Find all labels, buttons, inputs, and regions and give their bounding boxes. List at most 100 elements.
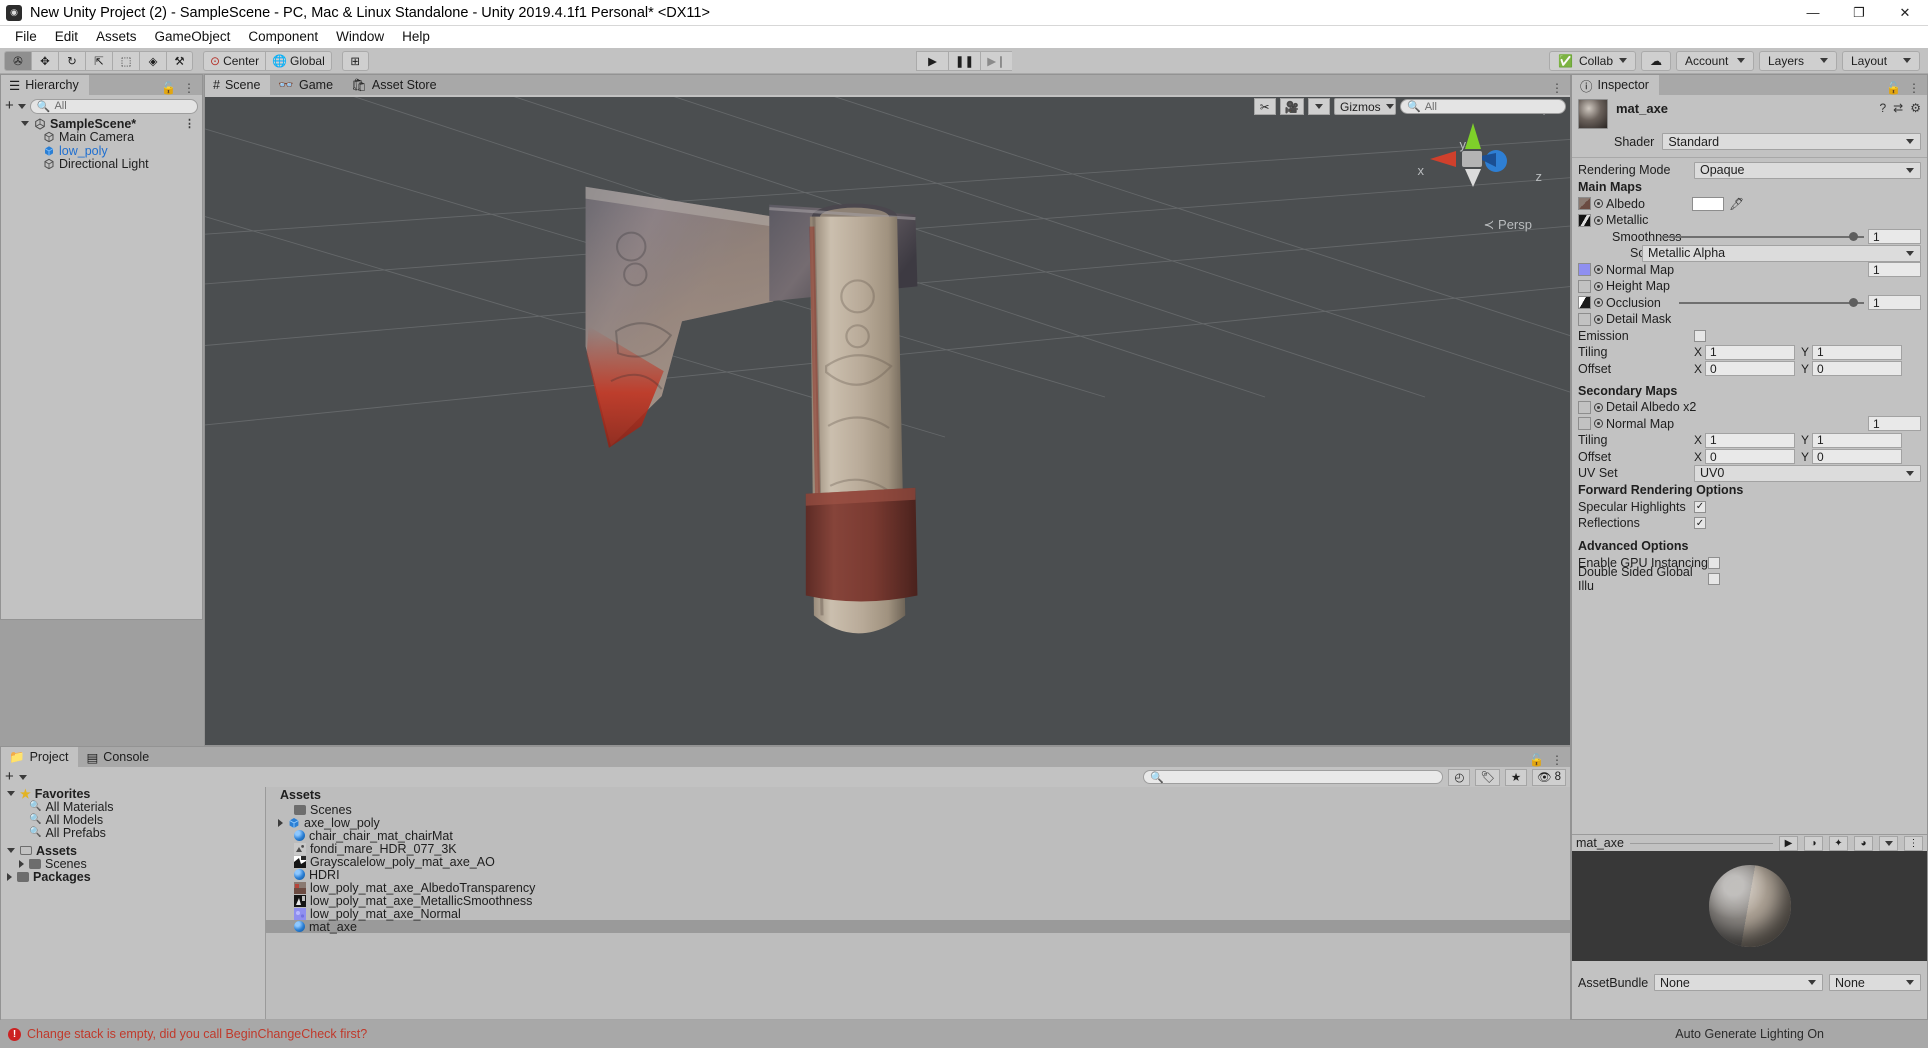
cloud-button[interactable]: ☁ <box>1641 50 1671 71</box>
tab-asset-store[interactable]: 🛍 Asset Store <box>343 75 447 95</box>
lock-icon[interactable]: 🔓 <box>161 81 176 95</box>
hierarchy-search-input[interactable]: 🔍 All <box>29 98 198 114</box>
asset-row-metallic-smoothness[interactable]: low_poly_mat_axe_MetallicSmoothness <box>266 894 1570 908</box>
chevron-down-icon[interactable] <box>7 848 15 853</box>
shader-dropdown[interactable]: Standard <box>1662 133 1921 150</box>
status-bar[interactable]: ! Change stack is empty, did you call Be… <box>0 1020 1928 1048</box>
type-filter-icon[interactable]: ◴ <box>1448 768 1471 786</box>
perspective-label[interactable]: ≺ Persp <box>1484 217 1532 233</box>
specular-highlights-checkbox[interactable]: ✓ <box>1694 500 1706 513</box>
preset-icon[interactable]: ⇄ <box>1893 101 1903 115</box>
close-button[interactable]: ✕ <box>1882 0 1928 26</box>
metallic-toggle-icon[interactable] <box>1594 215 1603 225</box>
tab-game[interactable]: 👓 Game <box>270 75 344 95</box>
kebab-menu-icon[interactable]: ⋮ <box>1551 753 1563 767</box>
menu-edit[interactable]: Edit <box>46 26 87 48</box>
pivot-toggle-button[interactable]: ⊙ Center <box>203 50 266 71</box>
menu-component[interactable]: Component <box>239 26 327 48</box>
scene-viewport[interactable]: ⌐ y x z ≺ Persp <box>205 97 1570 745</box>
gear-icon[interactable]: ⚙ <box>1910 101 1921 115</box>
scene-orientation-gizmo[interactable] <box>1418 117 1538 207</box>
kebab-menu-icon[interactable]: ⋮ <box>183 81 195 95</box>
normal-map-texture-slot[interactable] <box>1578 263 1591 277</box>
layers-button[interactable]: Layers <box>1759 50 1837 71</box>
kebab-menu-icon[interactable]: ⋮ <box>1908 81 1920 95</box>
scene-search-input[interactable]: 🔍 All <box>1400 99 1566 114</box>
menu-assets[interactable]: Assets <box>87 26 146 48</box>
asset-row-scenes[interactable]: Scenes <box>266 803 1570 817</box>
favorite-filter-icon[interactable]: ★ <box>1504 768 1527 786</box>
gizmos-dropdown[interactable]: Gizmos <box>1334 98 1396 115</box>
occlusion-toggle-icon[interactable] <box>1594 298 1603 308</box>
custom-tool-button[interactable]: ⚒ <box>166 50 193 71</box>
menu-window[interactable]: Window <box>327 26 393 48</box>
chevron-down-icon[interactable] <box>18 774 27 780</box>
project-tree-all-models[interactable]: 🔍 All Models <box>1 813 265 827</box>
preview-menu-icon[interactable]: ⋮ <box>1904 835 1923 851</box>
detail-albedo-toggle-icon[interactable] <box>1594 402 1603 412</box>
lock-icon[interactable]: 🔓 <box>1529 753 1544 767</box>
preview-play-button[interactable]: ▶ <box>1779 835 1798 851</box>
chevron-right-icon[interactable] <box>19 859 24 868</box>
tab-console[interactable]: ▤ Console <box>78 747 160 767</box>
play-button[interactable]: ▶ <box>916 50 948 71</box>
space-toggle-button[interactable]: 🌐 Global <box>265 50 332 71</box>
occlusion-texture-slot[interactable] <box>1578 296 1591 310</box>
move-tool-button[interactable]: ✥ <box>31 50 58 71</box>
assetbundle-dropdown[interactable]: None <box>1654 974 1823 991</box>
smoothness-slider[interactable] <box>1660 229 1864 245</box>
double-sided-gi-checkbox[interactable] <box>1708 573 1720 586</box>
occlusion-slider[interactable] <box>1678 295 1864 311</box>
hierarchy-item-samplescene[interactable]: SampleScene* ⋮ <box>1 117 202 131</box>
menu-help[interactable]: Help <box>393 26 439 48</box>
rendering-mode-dropdown[interactable]: Opaque <box>1694 161 1921 179</box>
secondary-normal-toggle-icon[interactable] <box>1594 419 1603 429</box>
height-map-texture-slot[interactable] <box>1578 279 1591 293</box>
scene-context-menu-icon[interactable]: ⋮ <box>184 117 196 130</box>
tab-scene[interactable]: # Scene <box>205 75 271 95</box>
grid-snapping-button[interactable]: ⊞ <box>341 50 369 71</box>
asset-row-albedo-transparency[interactable]: low_poly_mat_axe_AlbedoTransparency <box>266 881 1570 895</box>
tab-hierarchy[interactable]: ☰ Hierarchy <box>1 75 89 95</box>
add-gameobject-button[interactable]: + <box>5 98 14 113</box>
hidden-assets-button[interactable]: 👁 8 <box>1531 768 1566 786</box>
project-tree-scenes[interactable]: Scenes <box>1 857 265 871</box>
smoothness-value-field[interactable]: 1 <box>1868 229 1921 245</box>
tab-inspector[interactable]: ⓘ Inspector <box>1572 75 1659 95</box>
collab-button[interactable]: ✅ Collab <box>1549 50 1636 71</box>
asset-row-chair-mat[interactable]: chair_chair_mat_chairMat <box>266 829 1570 843</box>
emission-checkbox[interactable] <box>1694 329 1706 342</box>
asset-row-hdri[interactable]: HDRI <box>266 868 1570 882</box>
tiling-x-field[interactable]: 1 <box>1705 344 1795 360</box>
secondary-offset-y-field[interactable]: 0 <box>1812 449 1902 465</box>
rect-tool-button[interactable]: ⬚ <box>112 50 139 71</box>
chevron-right-icon[interactable] <box>278 818 283 827</box>
secondary-tiling-y-field[interactable]: 1 <box>1812 432 1902 448</box>
menu-gameobject[interactable]: GameObject <box>146 26 240 48</box>
detail-albedo-texture-slot[interactable] <box>1578 400 1591 414</box>
slider-knob[interactable] <box>1849 298 1858 308</box>
project-tree-favorites[interactable]: ★ Favorites <box>1 787 265 801</box>
pause-button[interactable]: ❚❚ <box>948 50 980 71</box>
slider-knob[interactable] <box>1849 232 1858 242</box>
uv-set-dropdown[interactable]: UV0 <box>1694 464 1921 482</box>
chevron-down-icon[interactable] <box>7 791 15 796</box>
chevron-down-icon[interactable] <box>17 103 26 109</box>
asset-row-normal[interactable]: low_poly_mat_axe_Normal <box>266 907 1570 921</box>
scale-tool-button[interactable]: ⇱ <box>85 50 112 71</box>
albedo-color-swatch[interactable] <box>1691 196 1724 211</box>
label-filter-icon[interactable]: 🏷 <box>1475 768 1500 786</box>
hierarchy-item-low-poly[interactable]: low_poly <box>1 144 202 158</box>
scene-tools-icon[interactable]: ✂ <box>1253 98 1276 115</box>
scene-camera-dropdown[interactable] <box>1308 98 1330 115</box>
albedo-texture-slot[interactable] <box>1578 197 1591 211</box>
secondary-offset-x-field[interactable]: 0 <box>1705 449 1795 465</box>
project-tree-all-materials[interactable]: 🔍 All Materials <box>1 800 265 814</box>
detail-mask-texture-slot[interactable] <box>1578 312 1591 326</box>
height-map-toggle-icon[interactable] <box>1594 281 1603 291</box>
eyedropper-icon[interactable]: 🖋 <box>1729 197 1744 211</box>
offset-y-field[interactable]: 0 <box>1812 361 1902 377</box>
secondary-tiling-x-field[interactable]: 1 <box>1705 432 1795 448</box>
preview-lighting-button[interactable]: ✦ <box>1829 835 1848 851</box>
secondary-normal-value-field[interactable]: 1 <box>1868 416 1921 432</box>
